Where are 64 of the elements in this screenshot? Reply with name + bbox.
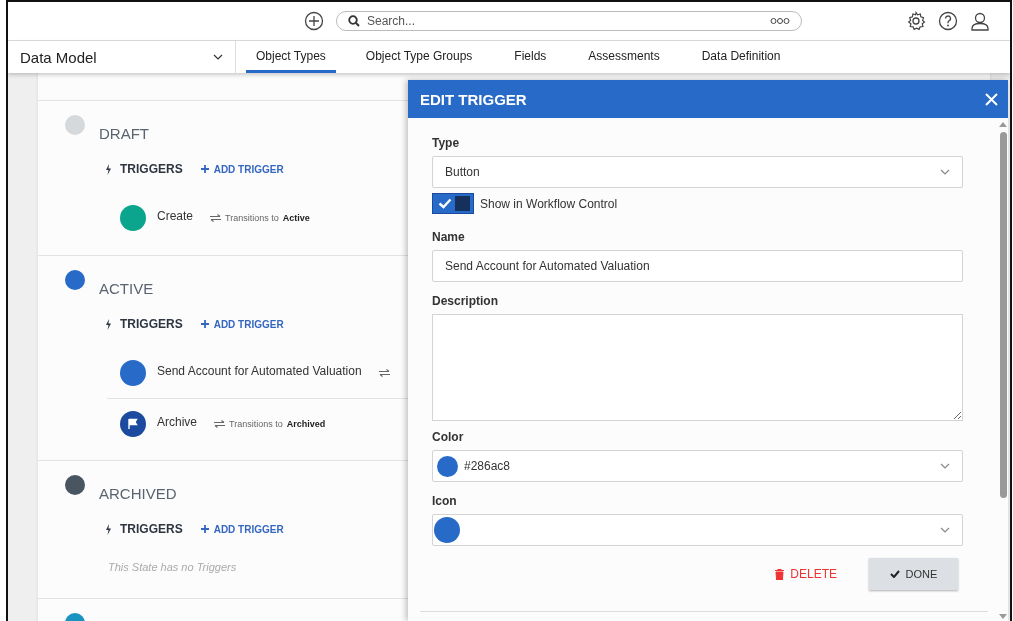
check-icon [889,570,900,578]
transition-icon [378,369,390,377]
add-icon[interactable] [304,11,324,31]
add-trigger-link[interactable]: ADD TRIGGER [200,163,284,175]
state-name: DRAFT [99,125,149,142]
chevron-down-icon [940,169,950,175]
field-label: Type [432,136,461,150]
scroll-down-icon[interactable] [999,614,1007,619]
type-select[interactable]: Button [432,156,963,188]
chevron-down-icon [940,463,950,469]
user-icon[interactable] [970,11,990,31]
close-button[interactable] [985,92,998,106]
field-label: Color [432,430,465,444]
lightning-icon [105,163,112,175]
tab[interactable]: Assessments [588,41,660,73]
done-button[interactable]: DONE [869,558,958,590]
chevron-down-icon [940,527,950,533]
toggle-label: Show in Workflow Control [480,196,618,211]
search-field[interactable]: Search... [336,11,802,31]
tab[interactable]: Object Type Groups [365,41,473,73]
state-name: ACTIVE [99,280,154,297]
triggers-heading: TRIGGERS [120,162,183,176]
state-name: ARCHIVED [99,485,177,502]
more-options-icon[interactable] [770,17,790,25]
help-icon[interactable] [938,11,958,31]
trigger-name[interactable]: Send Account for Automated Valuation [157,363,362,378]
trigger-name[interactable]: Create [157,208,194,223]
tab[interactable]: Fields [514,41,547,73]
add-trigger-link[interactable]: ADD TRIGGER [200,318,284,330]
settings-icon[interactable] [906,11,926,31]
chevron-down-icon [213,54,223,60]
data-model-dropdown[interactable]: Data Model [8,41,236,73]
transition-icon [214,420,225,428]
field-label: Name [432,230,466,244]
transition-icon [210,214,222,222]
toggle-switch[interactable] [432,193,474,214]
trigger-name[interactable]: Archive [157,414,197,429]
icon-select[interactable] [432,514,963,546]
trash-icon [775,568,785,580]
color-select[interactable]: #286ac8 [432,450,963,482]
plus-icon [200,320,209,328]
description-input[interactable] [432,314,963,421]
transition-target: Archived [286,419,326,429]
plus-icon [200,525,209,533]
field-label: Icon [432,494,458,508]
empty-message: This State has no Triggers [107,561,238,573]
field-label: Description [432,294,499,308]
plus-icon [200,165,209,173]
check-icon [438,198,452,209]
lightning-icon [105,523,112,535]
search-icon [348,15,360,27]
transition-target: Active [282,213,310,223]
panel-title: EDIT TRIGGER [420,90,527,108]
add-trigger-link[interactable]: ADD TRIGGER [200,523,284,535]
scroll-up-icon[interactable] [999,122,1007,127]
close-icon [985,92,998,106]
transition-label: Transitions to [229,419,283,429]
name-input[interactable]: Send Account for Automated Valuation [432,250,963,282]
lightning-icon [105,318,112,330]
triggers-heading: TRIGGERS [120,317,183,331]
tab[interactable]: Data Definition [701,41,781,73]
triggers-heading: TRIGGERS [120,522,183,536]
transition-label: Transitions to [225,213,279,223]
delete-button[interactable]: DELETE [769,566,843,582]
